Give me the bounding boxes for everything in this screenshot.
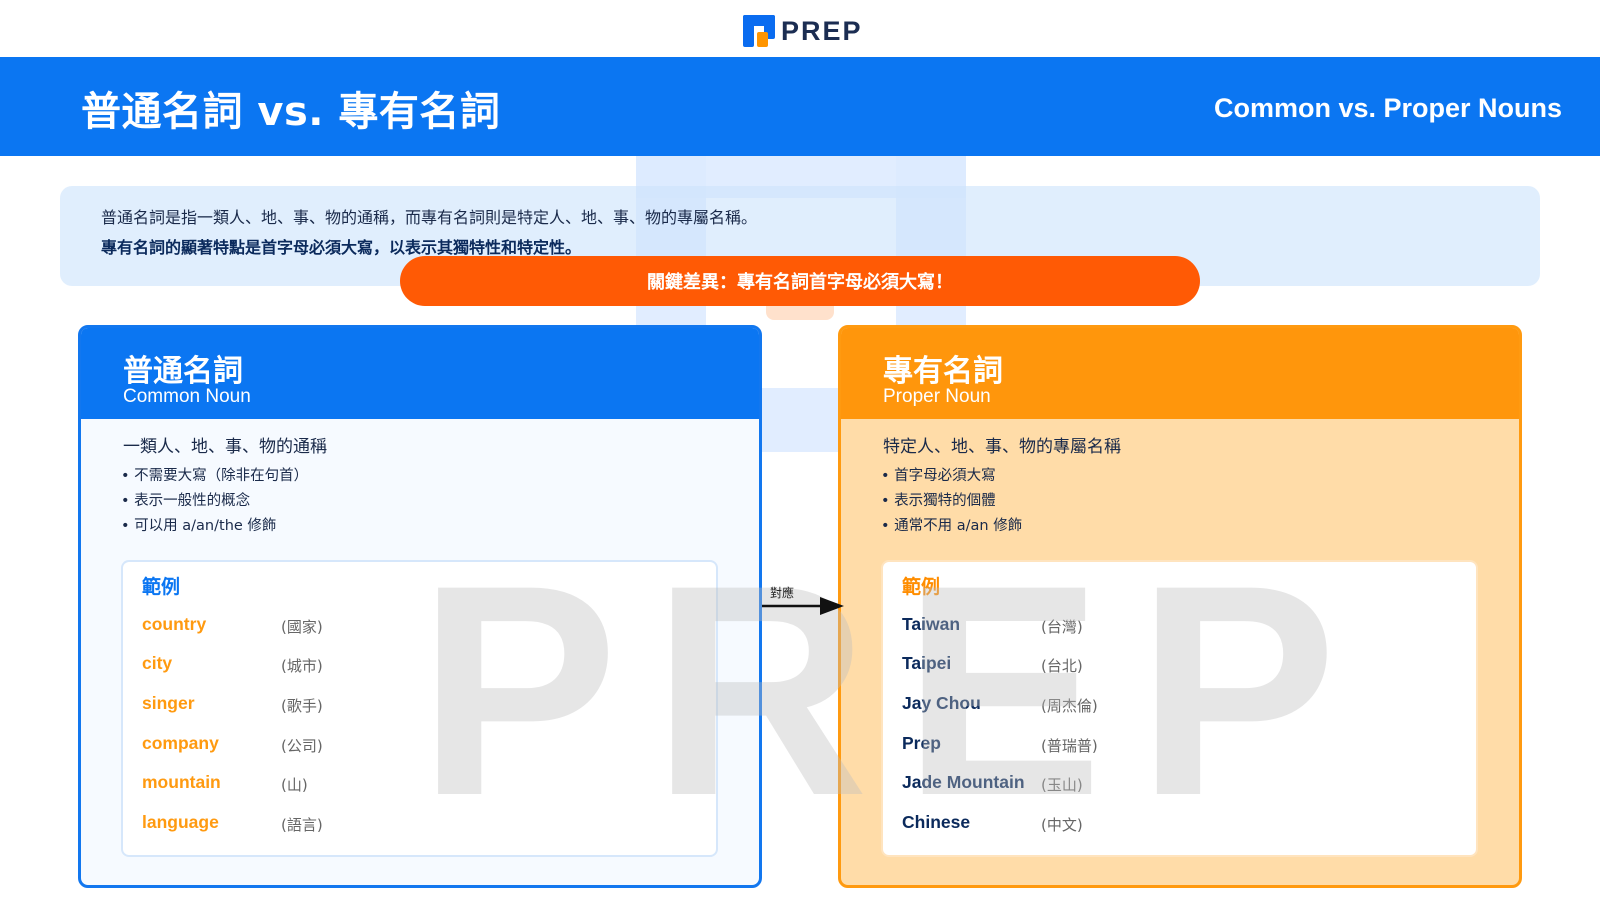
example-translation: (山) bbox=[281, 776, 308, 794]
examples-box: 範例 country (國家) city (城市) singer (歌手) co… bbox=[121, 560, 718, 857]
header-banner: 普通名詞 vs. 專有名詞 Common vs. Proper Nouns bbox=[0, 57, 1600, 156]
examples-title: 範例 bbox=[142, 576, 181, 598]
example-word: country bbox=[142, 614, 207, 634]
example-word: Jade Mountain bbox=[902, 772, 1025, 792]
example-translation: (語言) bbox=[281, 816, 323, 834]
example-translation: (城市) bbox=[281, 657, 323, 675]
feature-list: 首字母必須大寫 表示獨特的個體 通常不用 a/an 修飾 bbox=[881, 464, 1022, 539]
example-translation: (普瑞普) bbox=[1041, 737, 1098, 755]
example-translation: (台北) bbox=[1041, 657, 1083, 675]
feature-item: 可以用 a/an/the 修飾 bbox=[121, 514, 308, 539]
example-row: Taipei (台北) bbox=[902, 653, 1322, 677]
example-row: Jay Chou (周杰倫) bbox=[902, 693, 1322, 717]
example-row: city (城市) bbox=[142, 653, 562, 677]
example-row: Taiwan (台灣) bbox=[902, 614, 1322, 638]
example-word: Jay Chou bbox=[902, 693, 981, 713]
example-translation: (歌手) bbox=[281, 697, 323, 715]
example-row: country (國家) bbox=[142, 614, 562, 638]
example-row: Prep (普瑞普) bbox=[902, 733, 1322, 757]
feature-item: 通常不用 a/an 修飾 bbox=[881, 514, 1022, 539]
arrow-right-icon bbox=[762, 597, 844, 615]
card-description: 一類人、地、事、物的通稱 bbox=[123, 437, 327, 457]
example-word: mountain bbox=[142, 772, 221, 792]
common-noun-card: 普通名詞 Common Noun 一類人、地、事、物的通稱 不需要大寫（除非在句… bbox=[78, 325, 762, 888]
example-translation: (周杰倫) bbox=[1041, 697, 1098, 715]
example-translation: (玉山) bbox=[1041, 776, 1083, 794]
example-word: company bbox=[142, 733, 219, 753]
intro-highlight: 專有名詞的顯著特點是首字母必須大寫，以表示其獨特性和特定性。 bbox=[101, 238, 582, 257]
example-row: Chinese (中文) bbox=[902, 812, 1322, 836]
example-row: mountain (山) bbox=[142, 772, 562, 796]
card-description: 特定人、地、事、物的專屬名稱 bbox=[883, 437, 1121, 457]
page-title: 普通名詞 vs. 專有名詞 bbox=[81, 89, 501, 135]
card-header: 專有名詞 Proper Noun bbox=[841, 328, 1519, 419]
example-translation: (公司) bbox=[281, 737, 323, 755]
example-word: Chinese bbox=[902, 812, 971, 832]
example-row: singer (歌手) bbox=[142, 693, 562, 717]
key-difference-badge: 關鍵差異：專有名詞首字母必須大寫！ bbox=[400, 256, 1200, 306]
example-row: language (語言) bbox=[142, 812, 562, 836]
feature-item: 不需要大寫（除非在句首） bbox=[121, 464, 308, 489]
feature-list: 不需要大寫（除非在句首） 表示一般性的概念 可以用 a/an/the 修飾 bbox=[121, 464, 308, 539]
example-word: city bbox=[142, 653, 173, 673]
logo-text: PREP bbox=[781, 15, 863, 46]
example-row: Jade Mountain (玉山) bbox=[902, 772, 1322, 796]
example-translation: (國家) bbox=[281, 618, 323, 636]
page-subtitle: Common vs. Proper Nouns bbox=[1213, 93, 1562, 123]
example-translation: (中文) bbox=[1041, 816, 1083, 834]
feature-item: 首字母必須大寫 bbox=[881, 464, 1022, 489]
example-word: Taipei bbox=[902, 653, 952, 673]
prep-logo-icon bbox=[743, 15, 775, 47]
example-word: language bbox=[142, 812, 219, 832]
badge-tab bbox=[766, 306, 834, 320]
feature-item: 表示獨特的個體 bbox=[881, 489, 1022, 514]
example-word: Prep bbox=[902, 733, 941, 753]
card-title: 普通名詞 bbox=[123, 354, 243, 389]
examples-title: 範例 bbox=[902, 576, 941, 598]
card-title-english: Proper Noun bbox=[883, 386, 991, 407]
example-row: company (公司) bbox=[142, 733, 562, 757]
card-title: 專有名詞 bbox=[883, 354, 1003, 389]
top-bar: PREP bbox=[0, 0, 1600, 57]
proper-noun-card: 專有名詞 Proper Noun 特定人、地、事、物的專屬名稱 首字母必須大寫 … bbox=[838, 325, 1522, 888]
feature-item: 表示一般性的概念 bbox=[121, 489, 308, 514]
example-word: singer bbox=[142, 693, 195, 713]
intro-text: 普通名詞是指一類人、地、事、物的通稱，而專有名詞則是特定人、地、事、物的專屬名稱… bbox=[101, 208, 758, 227]
examples-box: 範例 Taiwan (台灣) Taipei (台北) Jay Chou (周杰倫… bbox=[881, 560, 1478, 857]
prep-logo[interactable]: PREP bbox=[743, 14, 863, 48]
example-translation: (台灣) bbox=[1041, 618, 1083, 636]
card-header: 普通名詞 Common Noun bbox=[81, 328, 759, 419]
example-word: Taiwan bbox=[902, 614, 961, 634]
card-title-english: Common Noun bbox=[123, 386, 251, 407]
